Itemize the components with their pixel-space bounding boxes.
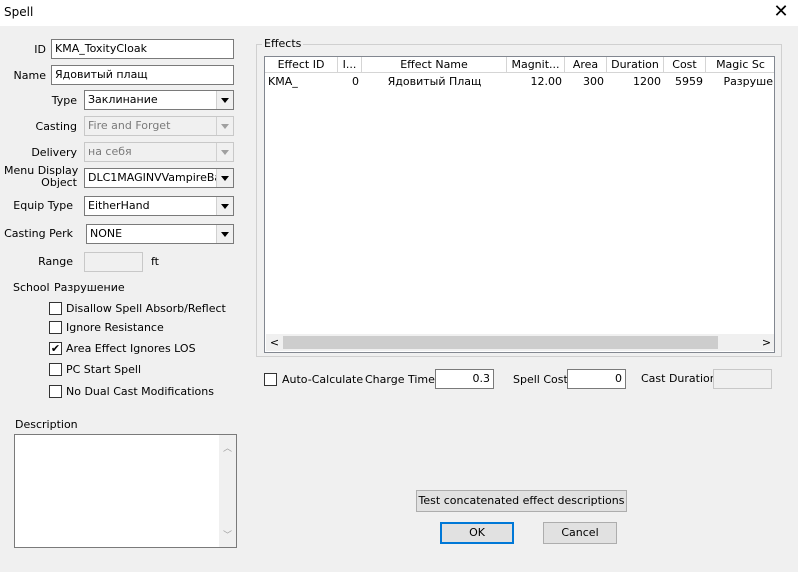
- chevron-down-icon[interactable]: [216, 225, 233, 243]
- checkbox[interactable]: [49, 321, 62, 334]
- effects-list[interactable]: Effect ID I... Effect Name Magnit... Are…: [264, 56, 775, 353]
- effects-list-header: Effect ID I... Effect Name Magnit... Are…: [265, 57, 774, 73]
- checkbox[interactable]: [49, 363, 62, 376]
- scroll-thumb[interactable]: [283, 336, 718, 349]
- checkbox[interactable]: [49, 385, 62, 398]
- cancel-button[interactable]: Cancel: [543, 522, 617, 544]
- cell-area: 300: [583, 75, 604, 88]
- ok-button[interactable]: OK: [440, 522, 514, 544]
- table-row[interactable]: KMA_ 0 Ядовитый Плащ 12.00 300 1200 5959…: [265, 74, 774, 90]
- charge-time-field[interactable]: 0.3: [435, 369, 494, 389]
- close-icon[interactable]: ✕: [770, 3, 792, 23]
- casting-select-value: Fire and Forget: [88, 119, 171, 132]
- cell-magnitude: 12.00: [530, 75, 563, 88]
- horizontal-scrollbar[interactable]: < >: [266, 334, 774, 351]
- flag-label: PC Start Spell: [66, 363, 142, 376]
- casting-perk-label: Casting Perk: [4, 227, 73, 240]
- scroll-left-icon[interactable]: <: [266, 336, 283, 349]
- range-field: [84, 252, 143, 272]
- column-area[interactable]: Area: [565, 57, 607, 73]
- window-title: Spell: [4, 5, 34, 19]
- column-index[interactable]: I...: [338, 57, 362, 73]
- column-magnitude[interactable]: Magnit...: [507, 57, 565, 73]
- casting-label: Casting: [35, 120, 77, 133]
- name-field[interactable]: Ядовитый плащ: [51, 65, 234, 85]
- cell-magic-school: Разруше: [723, 75, 773, 88]
- chevron-down-icon: [216, 117, 233, 135]
- cell-effect-name: Ядовитый Плащ: [387, 75, 482, 88]
- menu-display-object-value: DLC1MAGINVVampireBane: [88, 171, 216, 184]
- cell-effect-id: KMA_: [268, 75, 298, 88]
- casting-perk-value: NONE: [90, 227, 123, 240]
- auto-calculate-label: Auto-Calculate: [282, 373, 364, 386]
- flag-label: Area Effect Ignores LOS: [66, 342, 196, 355]
- casting-perk-select[interactable]: NONE: [86, 224, 234, 244]
- range-unit: ft: [151, 255, 159, 268]
- school-label: School: [13, 281, 50, 294]
- spell-cost-field[interactable]: 0: [567, 369, 626, 389]
- delivery-select-value: на себя: [88, 145, 132, 158]
- equip-type-label: Equip Type: [13, 199, 73, 212]
- checkbox[interactable]: [49, 302, 62, 315]
- type-select[interactable]: Заклинание: [84, 90, 234, 110]
- column-duration[interactable]: Duration: [607, 57, 664, 73]
- chevron-down-icon: [216, 143, 233, 161]
- test-descriptions-button[interactable]: Test concatenated effect descriptions: [416, 490, 627, 512]
- equip-type-value: EitherHand: [88, 199, 150, 212]
- delivery-select: на себя: [84, 142, 234, 162]
- auto-calculate-checkbox[interactable]: [264, 373, 277, 386]
- charge-time-label: Charge Time: [365, 373, 435, 386]
- scroll-right-icon[interactable]: >: [758, 336, 774, 349]
- menu-display-label-line2: Object: [41, 176, 77, 189]
- chevron-down-icon[interactable]: [216, 91, 233, 109]
- description-textarea[interactable]: ︿ ﹀: [14, 434, 237, 548]
- chevron-down-icon[interactable]: [216, 197, 233, 215]
- menu-display-object-label: Menu Display Object: [4, 165, 78, 189]
- cast-duration-field: [713, 369, 772, 389]
- equip-type-select[interactable]: EitherHand: [84, 196, 234, 216]
- range-label: Range: [38, 255, 73, 268]
- flag-label: Ignore Resistance: [66, 321, 164, 334]
- column-magic-school[interactable]: Magic Sc: [706, 57, 774, 73]
- scroll-down-icon[interactable]: ﹀: [223, 528, 232, 541]
- column-effect-name[interactable]: Effect Name: [362, 57, 507, 73]
- checkmark-icon[interactable]: ✔: [49, 342, 62, 355]
- cell-index: 0: [352, 75, 359, 88]
- chevron-down-icon[interactable]: [216, 169, 233, 187]
- delivery-label: Delivery: [31, 146, 77, 159]
- school-value: Разрушение: [54, 281, 125, 294]
- cast-duration-label: Cast Duration: [641, 372, 717, 385]
- title-bar: Spell ✕: [0, 0, 798, 26]
- menu-display-object-select[interactable]: DLC1MAGINVVampireBane: [84, 168, 234, 188]
- casting-select: Fire and Forget: [84, 116, 234, 136]
- cell-duration: 1200: [633, 75, 661, 88]
- spell-cost-label: Spell Cost: [513, 373, 568, 386]
- id-label: ID: [34, 43, 46, 56]
- id-field[interactable]: KMA_ToxityCloak: [51, 39, 234, 59]
- flag-label: Disallow Spell Absorb/Reflect: [66, 302, 226, 315]
- cell-cost: 5959: [675, 75, 703, 88]
- name-label: Name: [13, 69, 46, 82]
- scroll-up-icon[interactable]: ︿: [223, 441, 232, 454]
- vertical-scrollbar[interactable]: ︿ ﹀: [219, 435, 236, 547]
- column-effect-id[interactable]: Effect ID: [265, 57, 338, 73]
- flag-label: No Dual Cast Modifications: [66, 385, 214, 398]
- effects-group-label: Effects: [262, 37, 304, 50]
- type-label: Type: [51, 94, 77, 107]
- type-select-value: Заклинание: [88, 93, 158, 106]
- column-cost[interactable]: Cost: [664, 57, 706, 73]
- description-label: Description: [15, 418, 78, 431]
